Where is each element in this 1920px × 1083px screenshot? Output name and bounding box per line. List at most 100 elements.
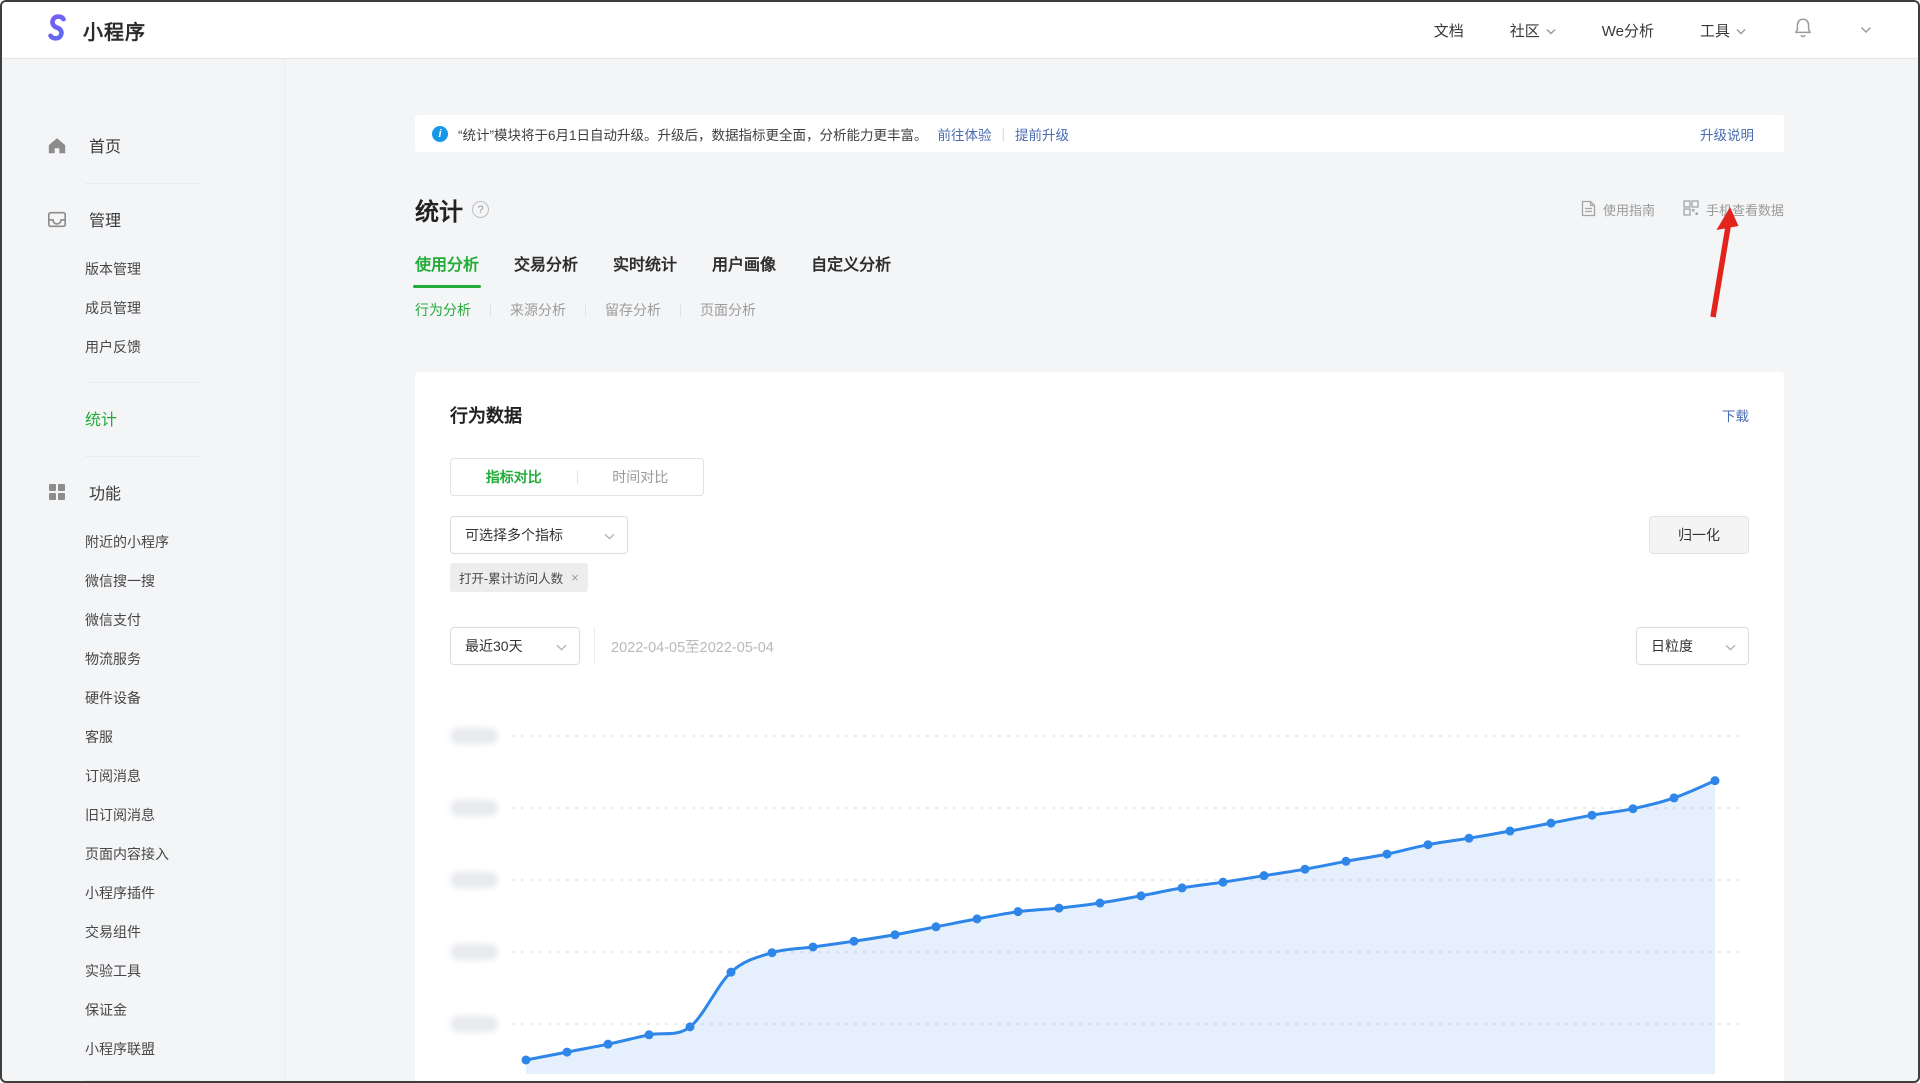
sidebar-item-deposit[interactable]: 保证金 [2,990,284,1029]
date-range-text: 2022-04-05至2022-05-04 [611,636,774,657]
sidebar-item-user-feedback[interactable]: 用户反馈 [2,327,284,366]
tab-usage-analysis[interactable]: 使用分析 [415,251,479,288]
data-point [1711,776,1720,785]
sidebar-item-customer-service[interactable]: 客服 [2,717,284,756]
nav-docs[interactable]: 文档 [1434,20,1464,41]
sidebar-section-features[interactable]: 功能 [2,470,284,514]
data-point [1383,850,1392,859]
account-chevron-down-icon[interactable] [1860,21,1872,39]
sidebar-item-miniprogram-alliance[interactable]: 小程序联盟 [2,1029,284,1068]
data-point [1588,811,1597,820]
data-point [686,1022,695,1031]
behavior-data-card: 行为数据 下载 指标对比 时间对比 可选择多个指标 [415,372,1784,1083]
qr-code-icon [1683,200,1699,219]
download-link[interactable]: 下载 [1722,405,1749,425]
granularity-select[interactable]: 日粒度 [1636,627,1749,665]
sidebar-item-statistics-active[interactable]: 统计 [2,396,284,440]
divider [85,183,202,184]
tab-transaction-analysis[interactable]: 交易分析 [514,251,578,288]
tab-custom-analysis[interactable]: 自定义分析 [811,251,891,288]
sidebar-section-manage[interactable]: 管理 [2,197,284,241]
nav-we-analysis[interactable]: We分析 [1602,20,1654,41]
data-point [1547,819,1556,828]
top-bar: 小程序 文档 社区 We分析 工具 [2,2,1918,59]
miniprogram-logo[interactable]: 小程序 [42,13,146,48]
sidebar-item-old-subscribe-messages[interactable]: 旧订阅消息 [2,795,284,834]
sidebar-item-wechat-search[interactable]: 微信搜一搜 [2,561,284,600]
sidebar-item-member-management[interactable]: 成员管理 [2,288,284,327]
data-point [522,1056,531,1065]
link-separator: | [1002,126,1006,141]
data-point [1301,865,1310,874]
metric-multi-select[interactable]: 可选择多个指标 [450,516,628,554]
sidebar-item-plugins[interactable]: 小程序插件 [2,873,284,912]
nav-tools[interactable]: 工具 [1700,20,1746,41]
data-point [1670,793,1679,802]
data-point [1506,827,1515,836]
sidebar-item-home[interactable]: 首页 [2,123,284,167]
nav-community[interactable]: 社区 [1510,20,1556,41]
divider [680,304,681,317]
divider [85,382,202,383]
subtab-retention-analysis[interactable]: 留存分析 [605,300,661,320]
data-point [1137,891,1146,900]
divider [594,627,595,665]
chevron-down-icon [604,527,615,543]
divider [85,1080,202,1081]
toggle-time-compare[interactable]: 时间对比 [578,467,704,487]
page-header: 统计 ? 使用指南 [415,192,1784,227]
sidebar-item-page-content[interactable]: 页面内容接入 [2,834,284,873]
normalize-button[interactable]: 归一化 [1649,516,1749,554]
info-icon: i [432,126,448,142]
data-point [809,942,818,951]
sidebar-item-experiment-tools[interactable]: 实验工具 [2,951,284,990]
try-now-link[interactable]: 前往体验 [938,124,992,144]
data-point [1178,883,1187,892]
tab-user-portrait[interactable]: 用户画像 [712,251,776,288]
data-point [1424,840,1433,849]
data-point [891,930,900,939]
data-point [1014,907,1023,916]
divider [490,304,491,317]
tag-close-icon[interactable]: × [571,570,579,585]
sidebar-item-version-management[interactable]: 版本管理 [2,249,284,288]
date-range-select[interactable]: 最近30天 [450,627,580,665]
sidebar-item-subscribe-messages[interactable]: 订阅消息 [2,756,284,795]
data-point [1342,857,1351,866]
upgrade-notes-link[interactable]: 升级说明 [1700,124,1754,144]
subtab-source-analysis[interactable]: 来源分析 [510,300,566,320]
notification-bell-icon[interactable] [1792,16,1814,45]
data-point [1260,871,1269,880]
toggle-metric-compare[interactable]: 指标对比 [451,467,577,487]
usage-guide-link[interactable]: 使用指南 [1581,200,1655,220]
sidebar-item-hardware[interactable]: 硬件设备 [2,678,284,717]
logo-text: 小程序 [83,16,146,45]
divider [585,304,586,317]
subtab-behavior-analysis[interactable]: 行为分析 [415,300,471,320]
home-icon [46,136,68,155]
data-point [727,968,736,977]
selected-metric-tag[interactable]: 打开-累计访问人数 × [450,563,588,592]
sidebar: 首页 管理 版本管理 成员管理 用户反馈 统计 [2,59,285,1083]
data-point [932,922,941,931]
sidebar-item-nearby-miniprograms[interactable]: 附近的小程序 [2,522,284,561]
sidebar-item-wechat-pay[interactable]: 微信支付 [2,600,284,639]
data-point [1629,804,1638,813]
top-navigation: 文档 社区 We分析 工具 [1434,16,1872,45]
sub-tabs: 行为分析 来源分析 留存分析 页面分析 [415,300,1784,320]
data-point [1096,899,1105,908]
data-point [604,1040,613,1049]
subtab-page-analysis[interactable]: 页面分析 [700,300,756,320]
help-icon[interactable]: ? [472,201,489,218]
sidebar-item-logistics[interactable]: 物流服务 [2,639,284,678]
upgrade-notice-banner: i “统计”模块将于6月1日自动升级。升级后，数据指标更全面，分析能力更丰富。 … [415,115,1784,152]
data-point [645,1030,654,1039]
upgrade-early-link[interactable]: 提前升级 [1015,124,1069,144]
divider [85,456,202,457]
grid-icon [46,483,68,501]
view-data-on-phone-link[interactable]: 手机查看数据 [1683,200,1784,219]
sidebar-item-trade-components[interactable]: 交易组件 [2,912,284,951]
tab-realtime-statistics[interactable]: 实时统计 [613,251,677,288]
data-series [522,776,1720,1074]
behavior-line-chart [450,710,1749,1074]
